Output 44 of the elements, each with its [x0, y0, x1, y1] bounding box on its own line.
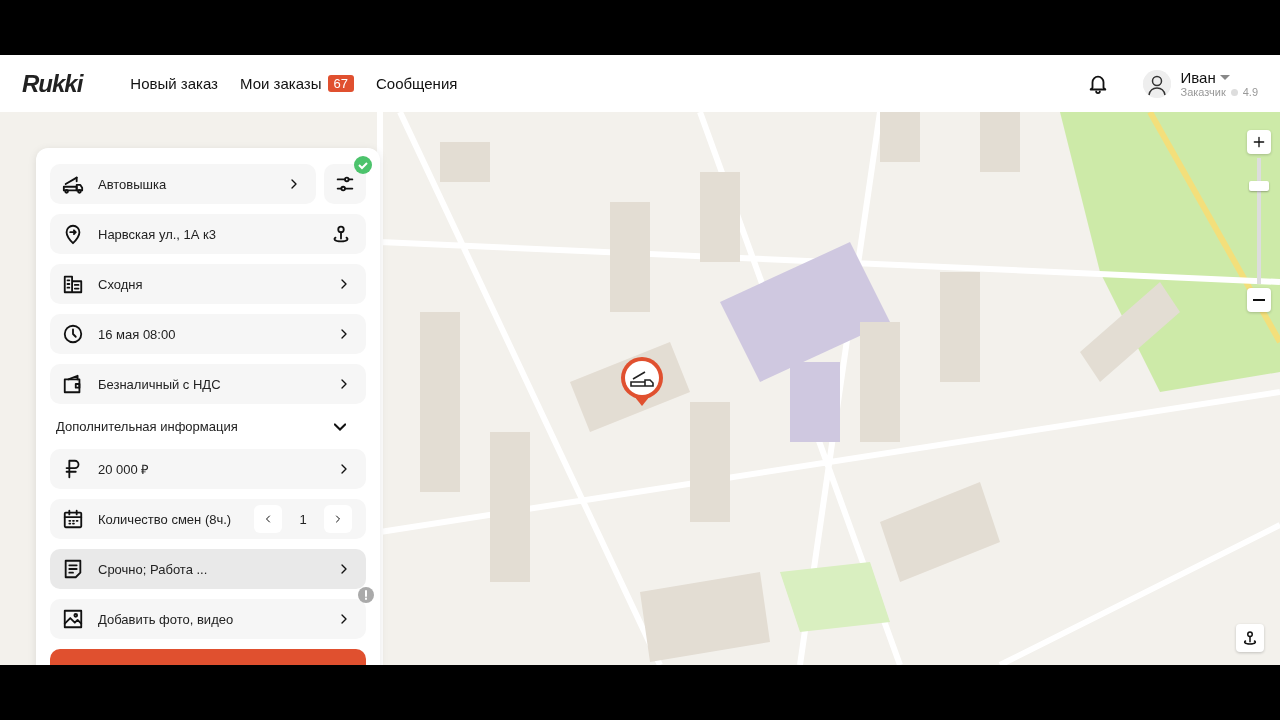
plus-icon — [1251, 134, 1267, 150]
clock-icon — [62, 323, 84, 345]
row-label: Нарвская ул., 1А к3 — [98, 226, 218, 242]
location-button[interactable] — [1236, 624, 1264, 652]
note-icon — [62, 558, 84, 580]
form-row[interactable]: Добавить фото, видео — [50, 599, 366, 639]
zoom-slider-thumb[interactable] — [1249, 181, 1269, 192]
map-pin-icon — [1241, 629, 1259, 647]
row-label: 20 000 ₽ — [98, 461, 151, 478]
order-count-badge: 67 — [327, 75, 354, 92]
shift-count: 1 — [298, 511, 308, 527]
row-label: Автовышка — [98, 176, 168, 192]
row-label: Безналичный с НДС — [98, 376, 222, 392]
row-label: Сходня — [98, 276, 144, 292]
form-row[interactable]: 16 мая 08:00 — [50, 314, 366, 354]
truck-marker-icon[interactable] — [620, 356, 664, 406]
form-row[interactable]: Сходня — [50, 264, 366, 304]
form-row[interactable]: 20 000 ₽ — [50, 449, 366, 489]
row-label: Добавить фото, видео — [98, 611, 235, 627]
rating-dot-icon — [1230, 88, 1238, 96]
form-row[interactable]: Безналичный с НДС — [50, 364, 366, 404]
calendar-icon — [62, 508, 84, 530]
form-row[interactable]: Автовышка — [50, 164, 316, 204]
row-label: Количество смен (8ч.) — [98, 511, 233, 527]
form-row[interactable]: Нарвская ул., 1А к3 — [50, 214, 366, 254]
user-name[interactable]: Иван — [1180, 69, 1216, 86]
user-role: Заказчик — [1180, 86, 1226, 98]
section-title: Дополнительная информация — [56, 419, 239, 434]
minus-icon — [1253, 299, 1265, 301]
section-toggle[interactable]: Дополнительная информация — [50, 414, 366, 439]
nav-link[interactable]: Новый заказ — [130, 75, 218, 92]
form-row[interactable]: Срочно; Работа ... — [50, 549, 366, 589]
nav-link[interactable]: Мои заказы 67 — [240, 75, 354, 92]
user-rating: 4.9 — [1242, 86, 1258, 98]
row-label: 16 мая 08:00 — [98, 326, 177, 342]
row-label: Срочно; Работа ... — [98, 561, 209, 577]
nav-link[interactable]: Сообщения — [375, 75, 458, 92]
zoom-in-button[interactable] — [1247, 130, 1271, 154]
logo[interactable]: Rukki — [22, 69, 83, 98]
filter-button[interactable] — [324, 164, 366, 204]
zoom-out-button[interactable] — [1247, 288, 1271, 312]
image-icon — [62, 608, 84, 630]
building-icon — [62, 273, 84, 295]
caret-icon[interactable] — [1219, 75, 1230, 80]
